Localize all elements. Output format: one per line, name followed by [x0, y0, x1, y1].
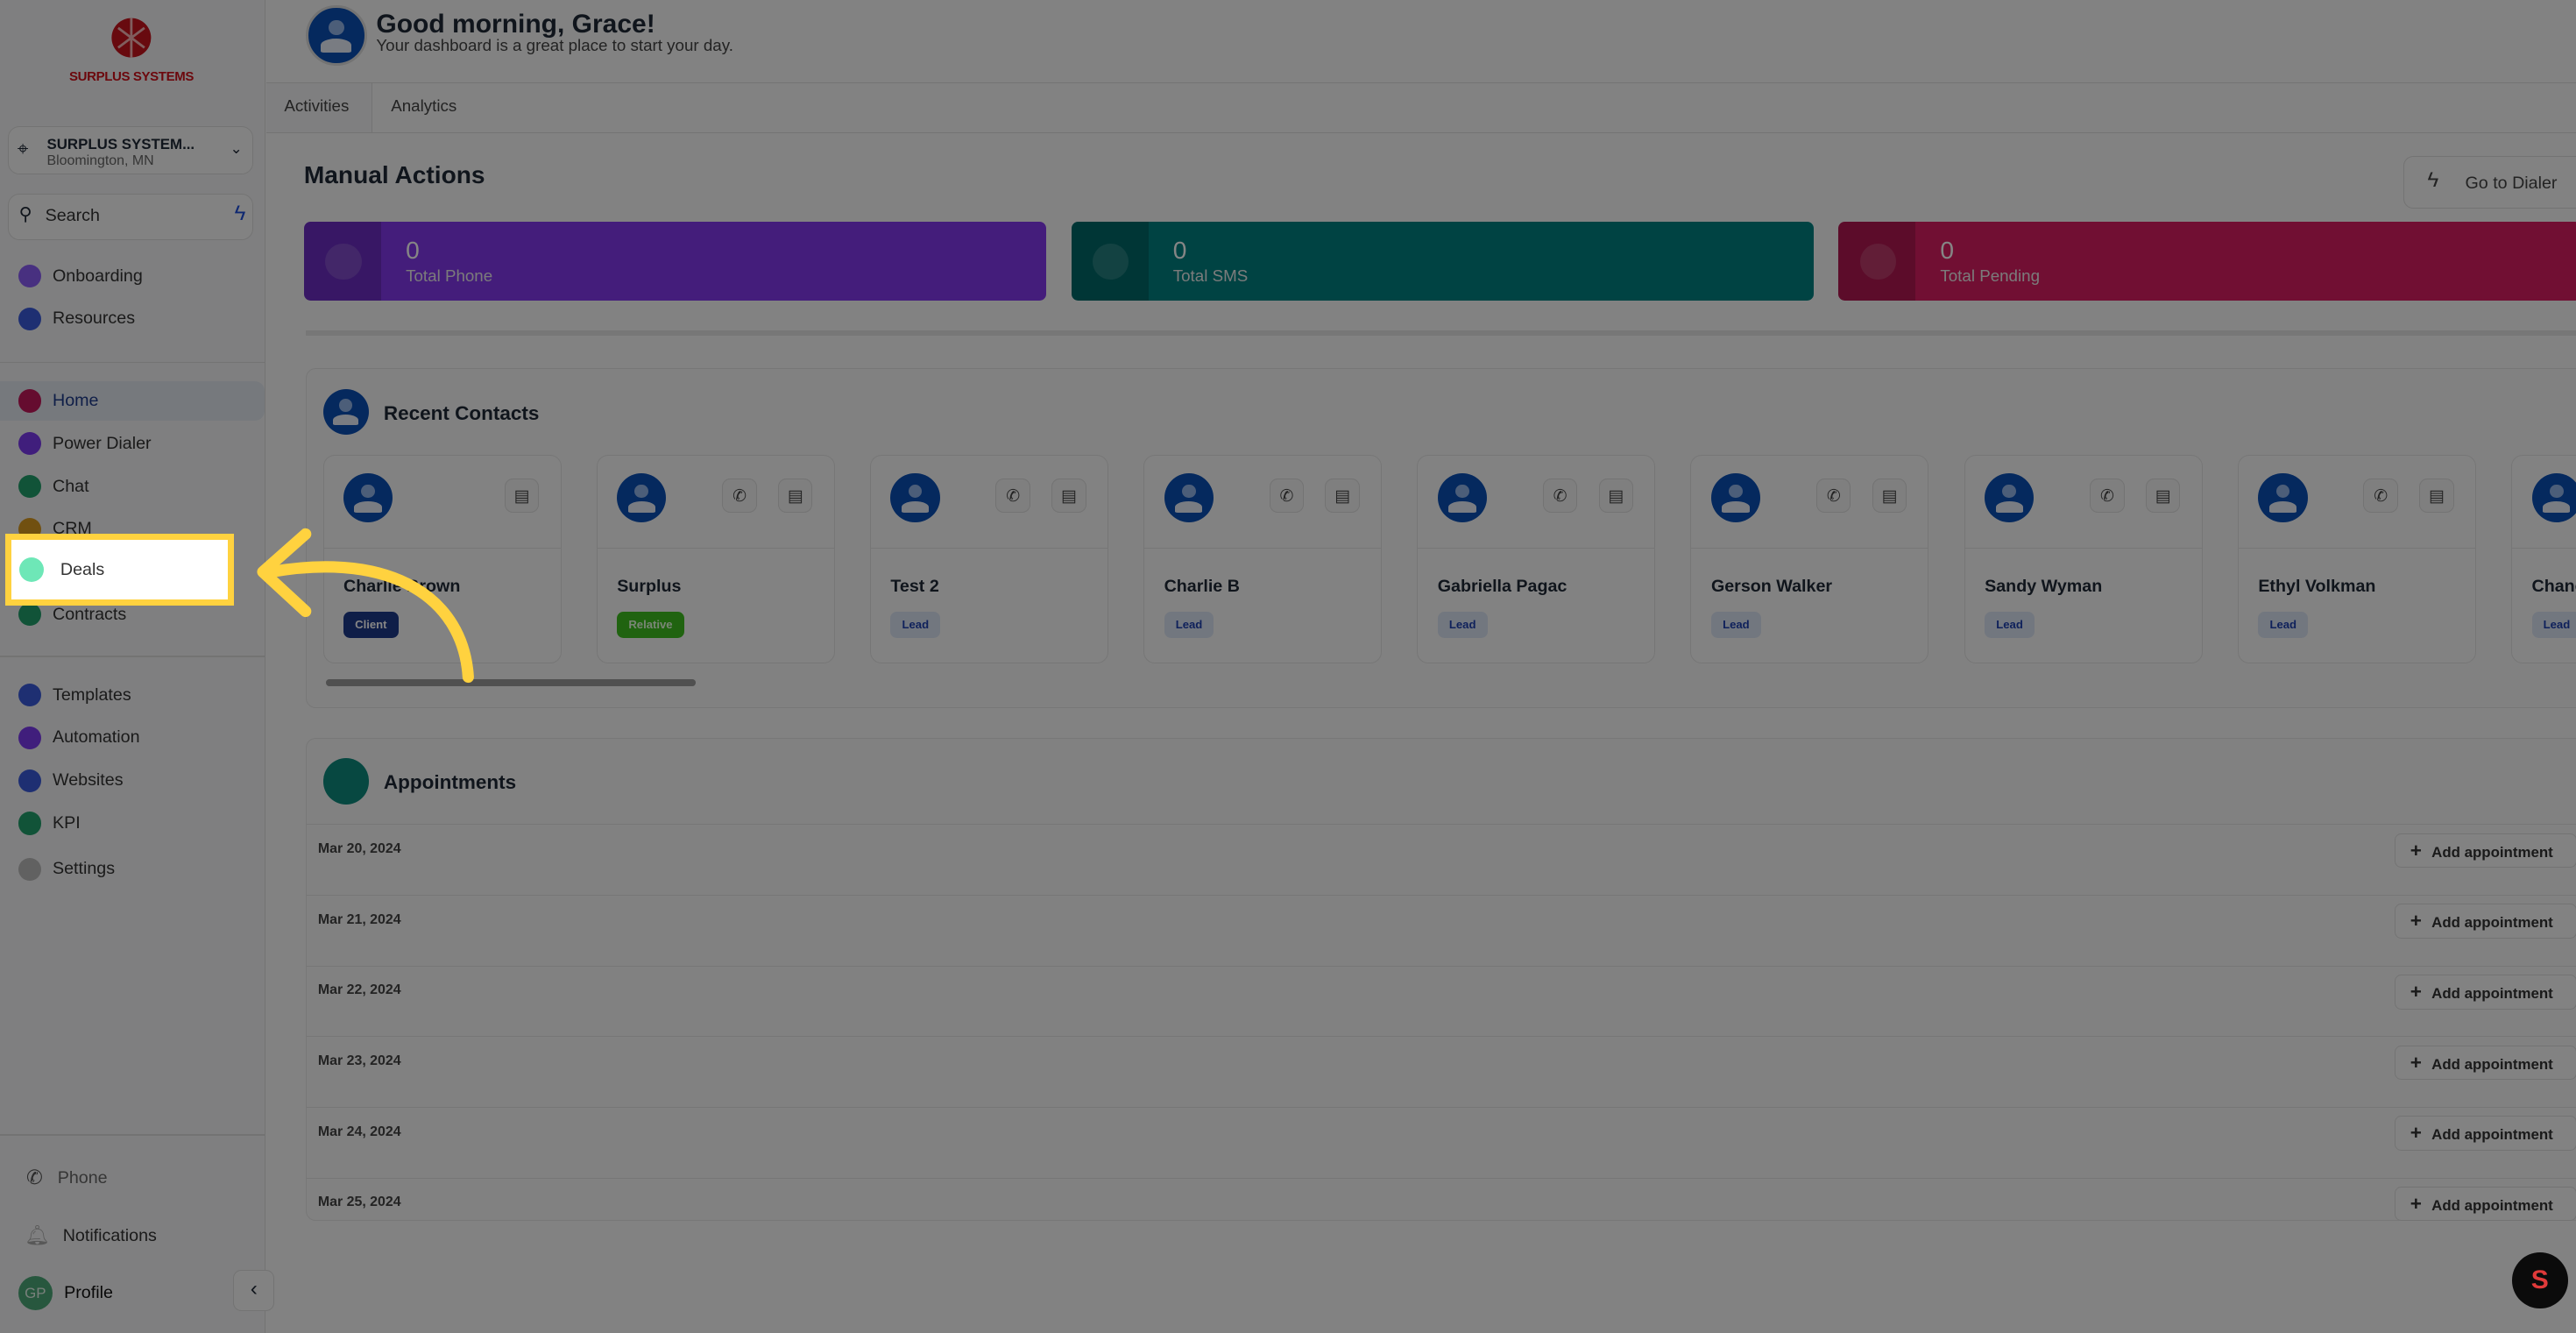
arrow-curve — [265, 561, 474, 684]
logo-icon: S — [2530, 1265, 2549, 1294]
chat-launcher-button[interactable]: S — [2511, 1251, 2568, 1308]
app-root: SURPLUS SYSTEMS ⌖ SURPLUS SYSTEM... Bloo… — [0, 0, 2576, 1333]
pointer-arrow — [257, 528, 474, 684]
